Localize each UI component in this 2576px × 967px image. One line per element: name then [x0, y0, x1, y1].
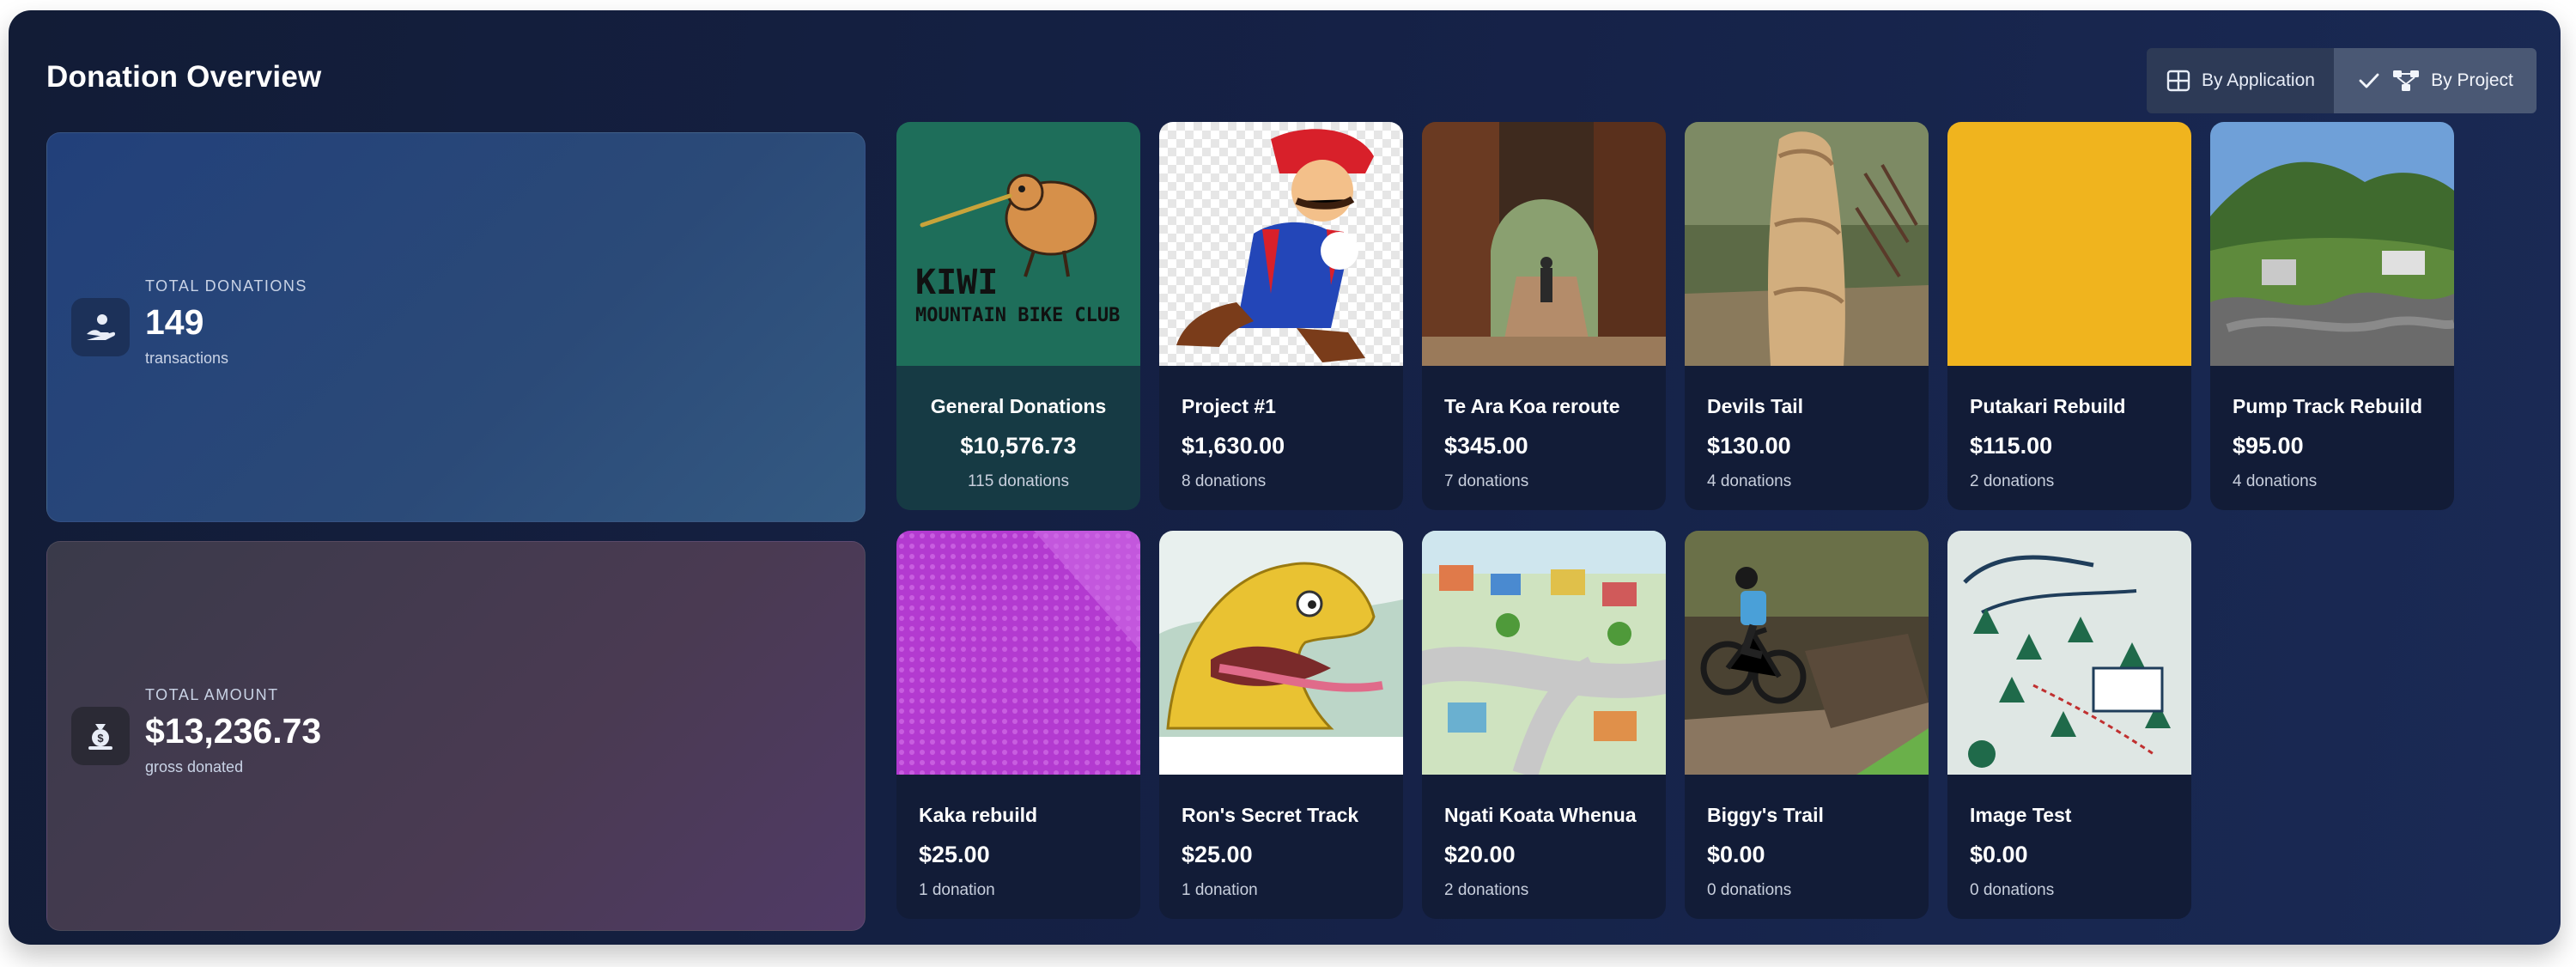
- project-image: [1685, 531, 1929, 775]
- project-amount: $345.00: [1444, 433, 1528, 459]
- project-donation-count: 1 donation: [919, 881, 995, 899]
- project-image: KIWI MOUNTAIN BIKE CLUB: [896, 122, 1140, 366]
- project-name: Pump Track Rebuild: [2233, 395, 2423, 417]
- project-name: Te Ara Koa reroute: [1444, 395, 1620, 417]
- check-icon: [2357, 69, 2381, 93]
- project-card-ngati-koata-whenua[interactable]: Ngati Koata Whenua $20.00 2 donations: [1422, 531, 1666, 919]
- project-card-project-1[interactable]: Project #1 $1,630.00 8 donations: [1159, 122, 1403, 510]
- page-title: Donation Overview: [46, 60, 322, 94]
- project-card-devils-tail[interactable]: Devils Tail $130.00 4 donations: [1685, 122, 1929, 510]
- project-donation-count: 7 donations: [1444, 472, 1529, 490]
- total-amount-sub: gross donated: [145, 758, 244, 775]
- project-card-te-ara-koa-reroute[interactable]: Te Ara Koa reroute $345.00 7 donations: [1422, 122, 1666, 510]
- total-donations-label: TOTAL DONATIONS: [145, 277, 307, 295]
- by-project-label: By Project: [2431, 70, 2513, 90]
- project-image: [1685, 122, 1929, 366]
- project-card-pump-track-rebuild[interactable]: Pump Track Rebuild $95.00 4 donations: [2210, 122, 2454, 510]
- total-donations-value: 149: [145, 302, 204, 342]
- project-name: General Donations: [930, 395, 1107, 417]
- by-application-button[interactable]: By Application: [2147, 48, 2334, 113]
- project-image: [1422, 122, 1666, 366]
- hand-receive-icon: [71, 298, 130, 356]
- project-amount: $130.00: [1707, 433, 1791, 459]
- project-card-image-test[interactable]: Image Test $0.00 0 donations: [1947, 531, 2191, 919]
- project-image: [1947, 122, 2191, 366]
- donation-overview-panel: Donation Overview By Application By Proj…: [9, 10, 2561, 945]
- project-donation-count: 8 donations: [1182, 472, 1267, 490]
- svg-text:$: $: [97, 732, 104, 745]
- total-donations-card: TOTAL DONATIONS 149 transactions: [46, 132, 866, 522]
- project-card-rons-secret-track[interactable]: Ron's Secret Track $25.00 1 donation: [1159, 531, 1403, 919]
- project-name: Devils Tail: [1707, 395, 1804, 417]
- project-amount: $0.00: [1970, 842, 2028, 867]
- view-toggle: By Application By Project: [2147, 48, 2537, 113]
- project-amount: $20.00: [1444, 842, 1516, 867]
- project-amount: $0.00: [1707, 842, 1765, 867]
- project-image: [1422, 531, 1666, 775]
- project-amount: $10,576.73: [960, 433, 1077, 459]
- project-image: [2210, 122, 2454, 366]
- project-donation-count: 0 donations: [1970, 881, 2055, 899]
- hierarchy-icon: [2391, 68, 2421, 94]
- project-donation-count: 115 donations: [968, 472, 1069, 490]
- project-image: [1159, 122, 1403, 366]
- project-name: Ron's Secret Track: [1182, 804, 1359, 826]
- project-name: Biggy's Trail: [1707, 804, 1824, 826]
- project-name: Project #1: [1182, 395, 1276, 417]
- project-amount: $25.00: [1182, 842, 1253, 867]
- project-name: Image Test: [1970, 804, 2072, 826]
- project-name: Kaka rebuild: [919, 804, 1038, 826]
- project-name: Ngati Koata Whenua: [1444, 804, 1637, 826]
- project-image: [1159, 531, 1403, 775]
- by-application-label: By Application: [2202, 70, 2315, 90]
- project-donation-count: 0 donations: [1707, 881, 1792, 899]
- project-amount: $1,630.00: [1182, 433, 1285, 459]
- project-image: [896, 531, 1140, 775]
- kiwi-logo-text: KIWI: [915, 263, 998, 302]
- total-amount-label: TOTAL AMOUNT: [145, 686, 279, 703]
- project-card-biggys-trail[interactable]: Biggy's Trail $0.00 0 donations: [1685, 531, 1929, 919]
- total-donations-sub: transactions: [145, 350, 229, 367]
- kiwi-logo-subtext: MOUNTAIN BIKE CLUB: [915, 305, 1120, 326]
- grid-icon: [2166, 68, 2191, 94]
- project-name: Putakari Rebuild: [1970, 395, 2126, 417]
- project-card-general-donations[interactable]: KIWI MOUNTAIN BIKE CLUB General Donation…: [896, 122, 1140, 510]
- project-donation-count: 4 donations: [2233, 472, 2318, 490]
- total-amount-card: $ TOTAL AMOUNT $13,236.73 gross donated: [46, 541, 866, 931]
- project-image: [1947, 531, 2191, 775]
- project-donation-count: 2 donations: [1970, 472, 2055, 490]
- project-card-kaka-rebuild[interactable]: Kaka rebuild $25.00 1 donation: [896, 531, 1140, 919]
- project-amount: $115.00: [1970, 433, 2053, 459]
- project-amount: $95.00: [2233, 433, 2304, 459]
- project-donation-count: 2 donations: [1444, 881, 1529, 899]
- project-donation-count: 4 donations: [1707, 472, 1792, 490]
- money-bag-icon: $: [71, 707, 130, 765]
- project-card-putakari-rebuild[interactable]: Putakari Rebuild $115.00 2 donations: [1947, 122, 2191, 510]
- by-project-button[interactable]: By Project: [2334, 48, 2537, 113]
- project-amount: $25.00: [919, 842, 990, 867]
- project-donation-count: 1 donation: [1182, 881, 1258, 899]
- total-amount-value: $13,236.73: [145, 711, 322, 751]
